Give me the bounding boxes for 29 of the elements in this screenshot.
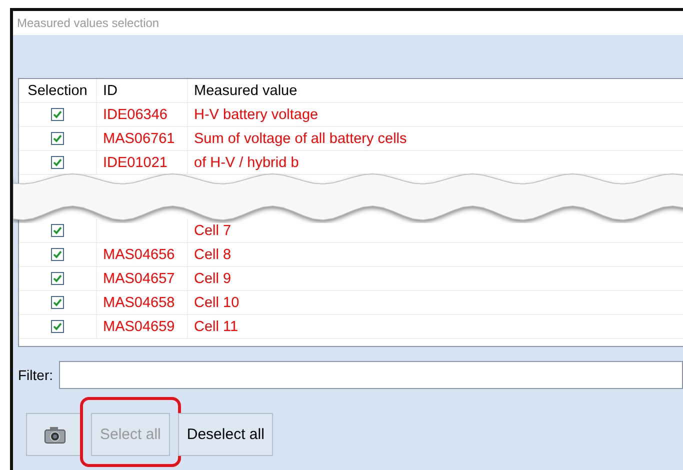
camera-button[interactable] [26, 413, 83, 456]
checked-checkbox[interactable] [51, 108, 64, 121]
checked-checkbox[interactable] [51, 272, 64, 285]
measured-value-cell: Cell 9 [188, 267, 683, 290]
filter-field[interactable] [59, 361, 683, 389]
id-cell: MAS04659 [97, 315, 188, 338]
camera-icon [44, 426, 66, 444]
checked-checkbox[interactable] [51, 320, 64, 333]
measured-value-cell: Cell 8 [188, 243, 683, 266]
column-header[interactable]: Measured value [188, 79, 683, 102]
deselect-all-button[interactable]: Deselect all [178, 413, 274, 456]
checked-checkbox[interactable] [51, 296, 64, 309]
checked-checkbox[interactable] [51, 132, 64, 145]
id-cell: IDE06346 [97, 103, 188, 126]
measured-value-cell: Sum of voltage of all battery cells [188, 127, 683, 150]
column-header[interactable]: Selection [19, 79, 97, 102]
window-title: Measured values selection [17, 16, 160, 30]
filter-label: Filter: [18, 367, 53, 383]
measured-value-cell: Cell 11 [188, 315, 683, 338]
id-cell: MAS04656 [97, 243, 188, 266]
id-cell: MAS04658 [97, 291, 188, 314]
id-cell: MAS06761 [97, 127, 188, 150]
checked-checkbox[interactable] [51, 248, 64, 261]
id-cell: MAS04657 [97, 267, 188, 290]
measured-value-cell: Cell 10 [188, 291, 683, 314]
column-header[interactable]: ID [97, 79, 188, 102]
checked-checkbox[interactable] [51, 224, 64, 237]
measured-value-cell: H-V battery voltage [188, 103, 683, 126]
checked-checkbox[interactable] [51, 156, 64, 169]
